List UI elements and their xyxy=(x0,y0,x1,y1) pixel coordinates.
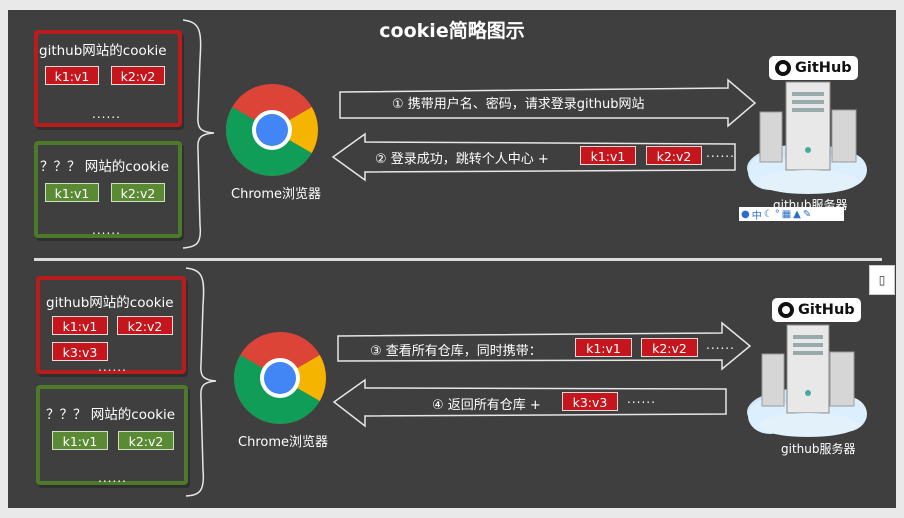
arrow-text-step2: ② 登录成功，跳转个人中心 + xyxy=(375,152,549,167)
cookie-chip: k2:v2 xyxy=(117,316,173,335)
github-octocat-icon xyxy=(778,302,794,318)
moon-icon[interactable]: ☾ xyxy=(764,209,773,220)
ime-toolbar[interactable]: ● 中 ☾ ° ▦ ▲ ✎ xyxy=(739,207,844,222)
ime-mode[interactable]: 中 xyxy=(752,207,762,222)
cookie-chip: k2:v2 xyxy=(111,66,165,85)
browser-label: Chrome浏览器 xyxy=(231,187,321,202)
chrome-logo-bottom-icon xyxy=(234,332,326,424)
github-badge-bottom: GitHub xyxy=(772,298,861,322)
cookie-dots: ...... xyxy=(706,146,735,160)
server-cloud-top-icon xyxy=(747,81,867,194)
cookie-chip: k1:v1 xyxy=(575,338,632,357)
cookie-dots: ...... xyxy=(706,338,735,352)
cookie-box-other-bottom: ？？？ 网站的cookie k1:v1 k2:v2 ...... xyxy=(36,385,188,485)
server-label: github服务器 xyxy=(781,442,856,456)
cookie-box-title: ？？？ 网站的cookie xyxy=(40,159,170,175)
cookie-box-github-bottom: github网站的cookie k1:v1 k2:v2 k3:v3 ...... xyxy=(36,276,186,374)
section-divider xyxy=(34,258,882,261)
punctuation-icon[interactable]: ° xyxy=(775,209,780,220)
cookie-dots: ...... xyxy=(92,107,121,121)
arrow-text-step1: ① 携带用户名、密码，请求登录github网站 xyxy=(392,97,645,112)
github-badge-label: GitHub xyxy=(798,302,855,318)
cookie-chip: k1:v1 xyxy=(52,431,108,450)
cookie-chip: k2:v2 xyxy=(118,431,174,450)
github-badge-label: GitHub xyxy=(795,60,852,76)
bookmark-icon[interactable]: ▯ xyxy=(869,265,895,295)
cookie-dots: ...... xyxy=(98,360,127,374)
cookie-chip: k2:v2 xyxy=(111,183,165,202)
browser-label: Chrome浏览器 xyxy=(238,435,328,450)
cookie-chip: k2:v2 xyxy=(641,338,698,357)
cookie-chip: k1:v1 xyxy=(580,146,636,165)
cookie-chip: k1:v1 xyxy=(52,316,108,335)
cookie-chip: k3:v3 xyxy=(562,392,618,411)
arrow-text-step4: ④ 返回所有仓库 + xyxy=(432,398,541,413)
brace-bottom xyxy=(185,267,217,497)
cookie-chip: k3:v3 xyxy=(52,342,108,361)
brace-top xyxy=(182,19,215,249)
keyboard-icon[interactable]: ▦ xyxy=(782,209,791,220)
cookie-chip: k2:v2 xyxy=(646,146,702,165)
cookie-chip: k1:v1 xyxy=(45,66,99,85)
cookie-box-title: github网站的cookie xyxy=(39,43,167,59)
cookie-dots: ...... xyxy=(627,392,656,406)
cookie-dots: ...... xyxy=(98,471,127,485)
cookie-dots: ...... xyxy=(92,223,121,237)
github-octocat-icon xyxy=(775,60,791,76)
cookie-box-other-top: ？？？ 网站的cookie k1:v1 k2:v2 ...... xyxy=(34,141,182,238)
cookie-box-title: ？？？ 网站的cookie xyxy=(46,407,176,423)
chrome-logo-top-icon xyxy=(226,84,318,176)
github-badge-top: GitHub xyxy=(769,56,858,80)
server-cloud-bottom-icon xyxy=(747,324,867,437)
cookie-box-github-top: github网站的cookie k1:v1 k2:v2 ...... xyxy=(34,30,182,127)
ime-logo-icon[interactable]: ● xyxy=(741,209,750,220)
cookie-box-title: github网站的cookie xyxy=(46,295,174,311)
wrench-icon[interactable]: ✎ xyxy=(803,209,811,220)
arrow-text-step3: ③ 查看所有仓库，同时携带： xyxy=(370,344,542,359)
cookie-chip: k1:v1 xyxy=(45,183,99,202)
user-icon[interactable]: ▲ xyxy=(793,209,801,220)
